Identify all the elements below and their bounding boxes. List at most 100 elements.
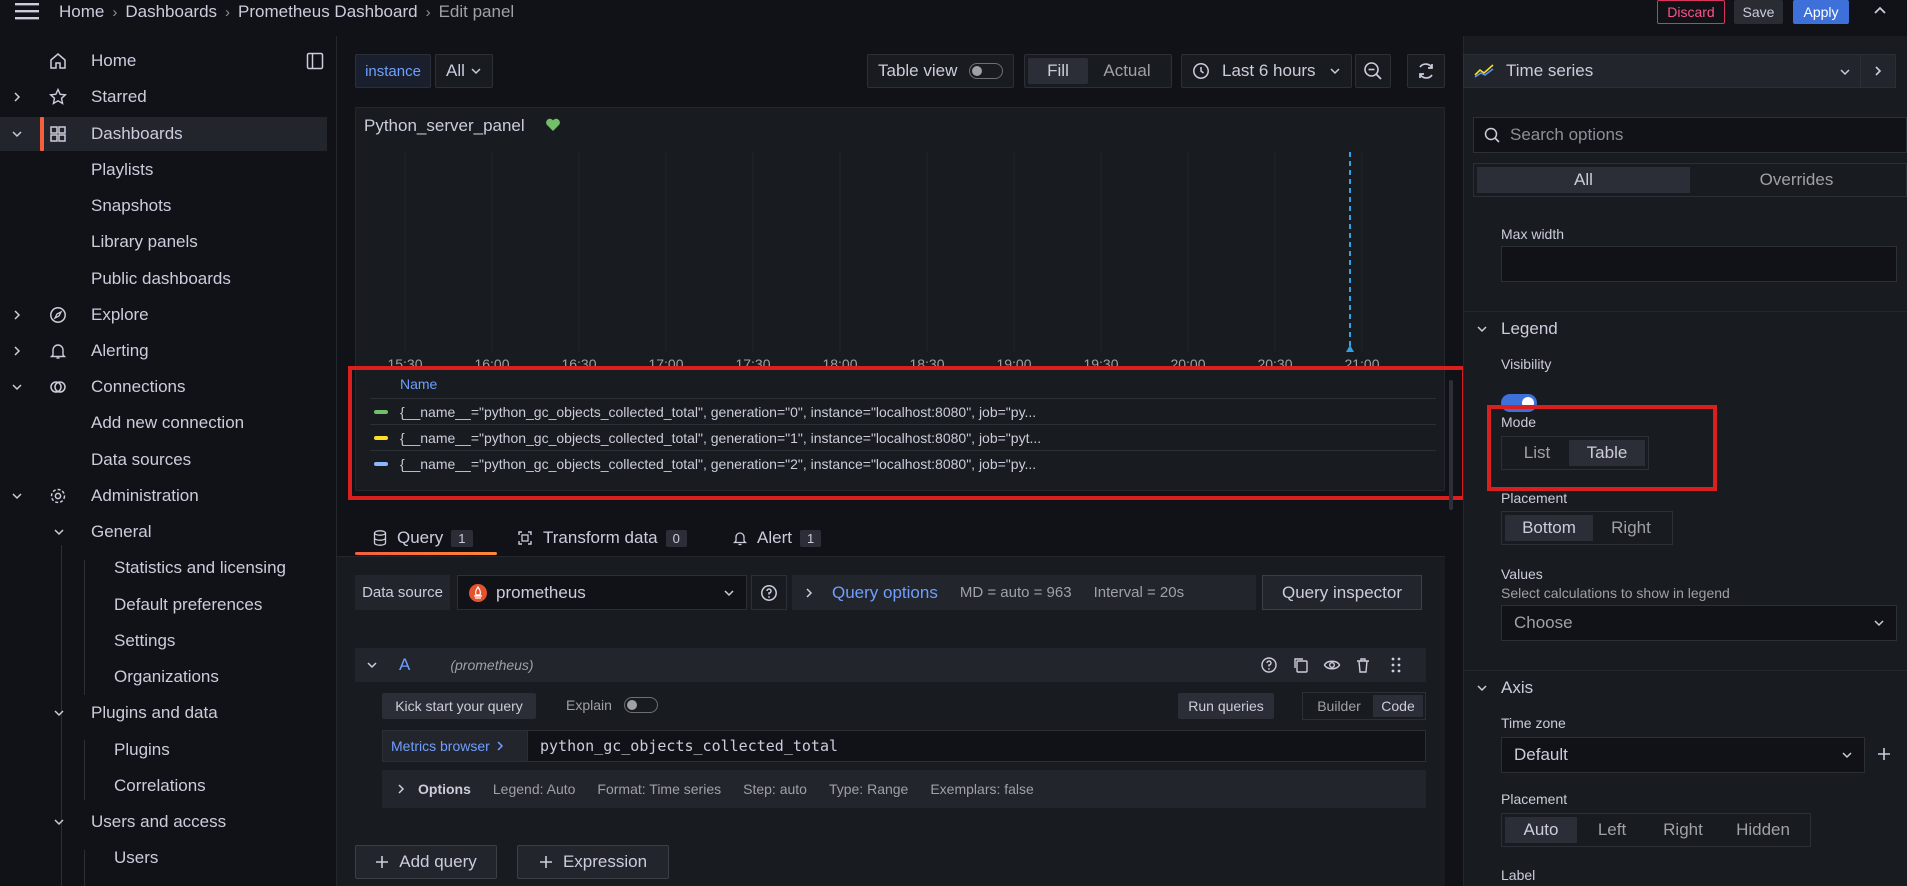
variable-select[interactable]: All	[435, 54, 493, 88]
graph-area[interactable]	[355, 152, 1445, 356]
duplicate-icon[interactable]	[1292, 656, 1310, 674]
chevron-down-icon[interactable]	[12, 491, 22, 501]
axis-left-option[interactable]: Left	[1577, 817, 1647, 843]
metrics-browser-button[interactable]: Metrics browser	[383, 731, 528, 761]
sidebar-item-home[interactable]: Home	[0, 44, 327, 78]
sidebar-item-public-dashboards[interactable]: Public dashboards	[0, 262, 327, 296]
query-options-summary[interactable]: Options Legend: Auto Format: Time series…	[382, 770, 1426, 808]
add-query-button[interactable]: Add query	[355, 845, 497, 879]
sidebar-item-users-and-access[interactable]: Users and access	[0, 805, 327, 839]
sidebar-item-alerting[interactable]: Alerting	[0, 334, 327, 368]
actual-option[interactable]: Actual	[1088, 58, 1166, 84]
kick-start-button[interactable]: Kick start your query	[382, 693, 536, 719]
max-width-input[interactable]	[1501, 246, 1897, 282]
breadcrumb-home[interactable]: Home	[59, 2, 104, 22]
sidebar-item-plugins[interactable]: Plugins	[0, 733, 327, 767]
sidebar-item-organizations[interactable]: Organizations	[0, 660, 327, 694]
add-timezone-button[interactable]	[1876, 746, 1892, 762]
breadcrumb-dashboard[interactable]: Prometheus Dashboard	[238, 2, 418, 22]
question-circle-icon[interactable]	[1260, 656, 1278, 674]
sidebar-item-default-preferences[interactable]: Default preferences	[0, 588, 327, 622]
overrides-option[interactable]: Overrides	[1690, 167, 1903, 193]
search-options-field[interactable]: Search options	[1473, 117, 1907, 153]
explain-switch[interactable]	[624, 697, 658, 713]
axis-right-option[interactable]: Right	[1647, 817, 1719, 843]
table-view-toggle[interactable]: Table view	[867, 54, 1014, 88]
chevron-down-icon[interactable]	[367, 660, 377, 670]
sidebar-item-library-panels[interactable]: Library panels	[0, 225, 327, 259]
drag-handle-icon[interactable]	[1390, 656, 1402, 674]
chevron-down-icon[interactable]	[54, 708, 64, 718]
query-options-row[interactable]: Query options MD = auto = 963 Interval =…	[792, 575, 1256, 610]
sidebar-item-data-sources[interactable]: Data sources	[0, 443, 327, 477]
bell-icon	[733, 530, 747, 546]
save-button[interactable]: Save	[1734, 0, 1783, 24]
sidebar-item-plugins-and-data[interactable]: Plugins and data	[0, 696, 327, 730]
collapse-options-button[interactable]	[1860, 54, 1896, 88]
tab-alert[interactable]: Alert 1	[733, 522, 822, 554]
sidebar-item-starred[interactable]: Starred	[0, 80, 327, 114]
sidebar-item-connections[interactable]: Connections	[0, 370, 327, 404]
sidebar-item-settings[interactable]: Settings	[0, 624, 327, 658]
chevron-down-icon[interactable]	[12, 382, 22, 392]
tab-query[interactable]: Query 1	[373, 522, 473, 554]
add-expression-button[interactable]: Expression	[517, 845, 669, 879]
data-source-help-button[interactable]	[751, 575, 787, 610]
sidebar-item-correlations[interactable]: Correlations	[0, 769, 327, 803]
chevron-down-icon[interactable]	[54, 527, 64, 537]
sidebar-item-add-new-connection[interactable]: Add new connection	[0, 406, 327, 440]
sidebar-item-administration[interactable]: Administration	[0, 479, 327, 513]
menu-icon[interactable]	[14, 1, 40, 21]
sidebar-item-explore[interactable]: Explore	[0, 298, 327, 332]
chevron-right-icon[interactable]	[12, 310, 22, 320]
placement-right-option[interactable]: Right	[1593, 515, 1669, 541]
all-option[interactable]: All	[1477, 167, 1690, 193]
sidebar-item-snapshots[interactable]: Snapshots	[0, 189, 327, 223]
tab-query-label: Query	[397, 528, 444, 547]
chevron-right-icon[interactable]	[12, 92, 22, 102]
values-select[interactable]: Choose	[1501, 605, 1897, 641]
chevron-right-icon[interactable]	[12, 346, 22, 356]
legend-section-header[interactable]: Legend	[1477, 318, 1558, 340]
panel-resize-scrollbar[interactable]	[1449, 380, 1453, 510]
sidebar-item-dashboards[interactable]: Dashboards	[0, 117, 327, 151]
axis-hidden-option[interactable]: Hidden	[1719, 817, 1807, 843]
option-legend: Legend: Auto	[492, 781, 576, 797]
query-row-header[interactable]: A (prometheus)	[355, 648, 1426, 682]
visualization-picker[interactable]: Time series	[1463, 54, 1865, 88]
eye-icon[interactable]	[1323, 656, 1341, 674]
database-icon	[373, 530, 387, 546]
chevron-up-icon[interactable]	[1872, 3, 1888, 19]
tab-transform[interactable]: Transform data 0	[517, 522, 687, 554]
timezone-select[interactable]: Default	[1501, 737, 1865, 773]
time-range-picker[interactable]: Last 6 hours	[1181, 54, 1352, 88]
breadcrumb-dashboards[interactable]: Dashboards	[125, 2, 217, 22]
query-ref-id[interactable]: A	[399, 655, 410, 675]
query-inspector-button[interactable]: Query inspector	[1262, 575, 1422, 610]
chevron-down-icon[interactable]	[54, 817, 64, 827]
placement-bottom-option[interactable]: Bottom	[1505, 515, 1593, 541]
apply-button[interactable]: Apply	[1793, 0, 1849, 24]
trash-icon[interactable]	[1354, 656, 1372, 674]
fill-option[interactable]: Fill	[1028, 58, 1088, 84]
sidebar-item-users[interactable]: Users	[0, 841, 327, 875]
promql-editor[interactable]: python_gc_objects_collected_total	[528, 737, 838, 755]
run-queries-button[interactable]: Run queries	[1178, 693, 1274, 719]
table-view-switch[interactable]	[969, 63, 1004, 79]
axis-auto-option[interactable]: Auto	[1505, 817, 1577, 843]
query-options-link[interactable]: Query options	[832, 583, 938, 603]
zoom-out-button[interactable]	[1355, 54, 1391, 88]
sidebar-item-playlists[interactable]: Playlists	[0, 153, 327, 187]
axis-section-header[interactable]: Axis	[1477, 677, 1533, 699]
data-source-picker[interactable]: prometheus	[457, 575, 747, 610]
chevron-down-icon[interactable]	[12, 129, 22, 139]
builder-option[interactable]: Builder	[1305, 695, 1373, 717]
panel-title[interactable]: Python_server_panel	[364, 116, 525, 136]
refresh-button[interactable]	[1407, 54, 1445, 88]
sidebar-item-general[interactable]: General	[0, 515, 327, 549]
discard-button[interactable]: Discard	[1657, 0, 1725, 24]
chevron-down-icon	[1840, 67, 1850, 77]
sidebar-item-statistics[interactable]: Statistics and licensing	[0, 551, 327, 585]
axis-placement-label: Placement	[1501, 791, 1568, 807]
code-option[interactable]: Code	[1373, 695, 1423, 717]
